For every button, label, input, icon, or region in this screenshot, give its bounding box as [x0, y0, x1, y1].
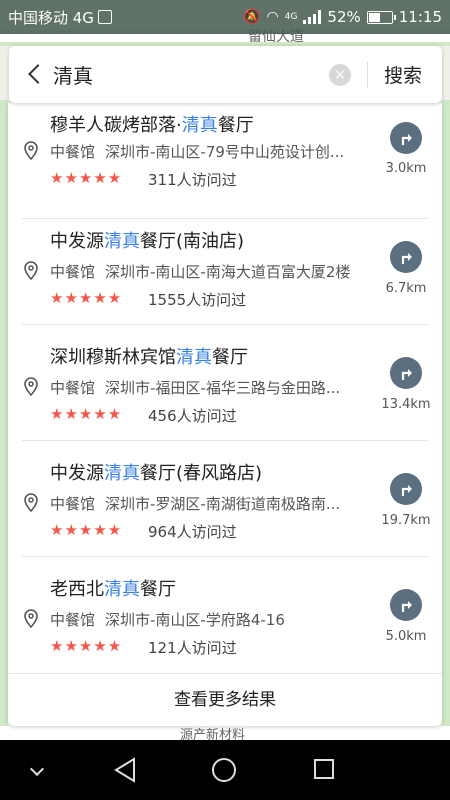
nav-back-icon[interactable]	[112, 756, 138, 784]
search-bar: 清真 × 搜索	[9, 46, 442, 103]
route-icon	[401, 253, 412, 264]
result-item[interactable]: 深圳穆斯林宾馆清真餐厅 中餐馆 深圳市-福田区-福华三路与金田路... ★★★★★…	[8, 325, 442, 441]
map-place-label: 源产新材料	[180, 728, 246, 740]
route-icon	[401, 601, 412, 612]
distance-label: 3.0km	[385, 161, 427, 176]
location-pin-icon	[24, 493, 38, 513]
result-info: 中餐馆 深圳市-南山区-学府路4-16	[50, 611, 285, 629]
visit-count: 121人访问过	[148, 639, 237, 657]
route-button[interactable]	[390, 589, 422, 621]
route-button[interactable]	[390, 473, 422, 505]
location-pin-icon	[24, 377, 38, 397]
rating-stars: ★★★★★	[50, 289, 123, 307]
result-item[interactable]: 中发源清真餐厅(春风路店) 中餐馆 深圳市-罗湖区-南湖街道南极路南... ★★★…	[8, 441, 442, 557]
location-pin-icon	[24, 141, 38, 161]
route-button[interactable]	[390, 357, 422, 389]
clock: 11:15	[398, 8, 442, 26]
image-notification-icon	[97, 10, 112, 24]
distance-label: 6.7km	[385, 281, 427, 296]
wifi-icon: ◠	[266, 9, 279, 25]
search-button[interactable]: 搜索	[368, 61, 442, 88]
result-item[interactable]: 穆羊人碳烤部落·清真餐厅 中餐馆 深圳市-南山区-79号中山苑设计创... ★★★…	[8, 103, 442, 219]
rating-stars: ★★★★★	[50, 405, 123, 423]
route-button[interactable]	[390, 241, 422, 273]
search-input[interactable]: 清真	[53, 60, 329, 89]
result-info: 中餐馆 深圳市-罗湖区-南湖街道南极路南...	[50, 495, 341, 513]
result-item[interactable]: 老西北清真餐厅 中餐馆 深圳市-南山区-学府路4-16 ★★★★★ 121人访问过…	[8, 557, 442, 673]
route-button[interactable]	[390, 122, 422, 154]
distance-label: 5.0km	[385, 629, 427, 644]
result-title: 中发源清真餐厅(春风路店)	[50, 463, 263, 484]
status-bar: 中国移动 4G 🔕 ◠ 4G 52% 11:15	[0, 0, 450, 34]
result-item[interactable]: 中发源清真餐厅(南油店) 中餐馆 深圳市-南山区-南海大道百富大厦2楼 ★★★★★…	[8, 209, 442, 325]
nav-recent-icon[interactable]	[314, 759, 334, 779]
route-icon	[401, 369, 412, 380]
clear-search-icon[interactable]: ×	[328, 63, 351, 86]
mute-icon: 🔕	[243, 9, 261, 25]
result-title: 老西北清真餐厅	[50, 579, 176, 600]
more-results-button[interactable]: 查看更多结果	[8, 673, 442, 726]
distance-label: 19.7km	[381, 513, 431, 528]
location-pin-icon	[24, 609, 38, 629]
rating-stars: ★★★★★	[50, 169, 123, 187]
battery-icon	[366, 10, 396, 24]
network-type-label: 4G	[284, 12, 298, 22]
route-icon	[401, 134, 412, 145]
location-pin-icon	[24, 261, 38, 281]
distance-label: 13.4km	[381, 397, 431, 412]
visit-count: 964人访问过	[148, 523, 237, 541]
visit-count: 1555人访问过	[148, 291, 247, 309]
visit-count: 311人访问过	[148, 171, 237, 189]
nav-home-icon[interactable]	[212, 758, 236, 782]
rating-stars: ★★★★★	[50, 637, 123, 655]
result-title: 深圳穆斯林宾馆清真餐厅	[50, 347, 248, 368]
route-icon	[401, 485, 412, 496]
result-title: 穆羊人碳烤部落·清真餐厅	[50, 115, 254, 136]
result-info: 中餐馆 深圳市-南山区-79号中山苑设计创...	[50, 143, 345, 161]
search-results-panel: 穆羊人碳烤部落·清真餐厅 中餐馆 深圳市-南山区-79号中山苑设计创... ★★★…	[8, 103, 442, 726]
back-icon[interactable]	[9, 46, 53, 103]
result-info: 中餐馆 深圳市-南山区-南海大道百富大厦2楼	[50, 263, 351, 281]
result-info: 中餐馆 深圳市-福田区-福华三路与金田路...	[50, 379, 341, 397]
system-nav-bar	[0, 740, 450, 800]
hide-nav-icon[interactable]	[29, 761, 45, 777]
signal-icon	[303, 10, 322, 24]
result-title: 中发源清真餐厅(南油店)	[50, 231, 245, 252]
battery-percent: 52%	[327, 8, 361, 26]
rating-stars: ★★★★★	[50, 521, 123, 539]
carrier-label: 中国移动 4G	[8, 8, 94, 27]
visit-count: 456人访问过	[148, 407, 237, 425]
